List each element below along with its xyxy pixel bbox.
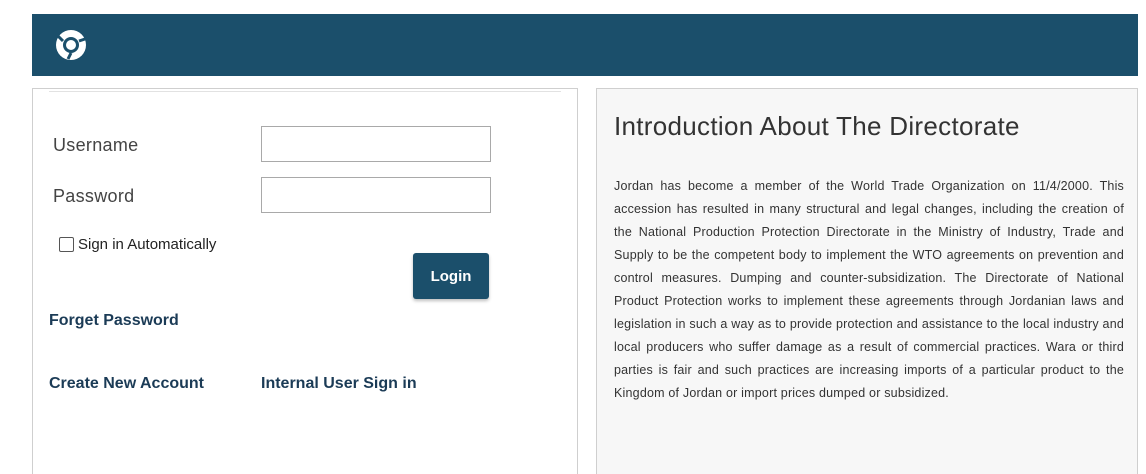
intro-body: Jordan has become a member of the World …: [614, 179, 1124, 400]
internal-sign-in-link[interactable]: Internal User Sign in: [261, 375, 417, 393]
login-button[interactable]: Login: [413, 253, 489, 299]
password-input[interactable]: [261, 177, 491, 213]
forget-password-link[interactable]: Forget Password: [49, 312, 179, 330]
auto-sign-in-row[interactable]: Sign in Automatically: [59, 236, 216, 253]
intro-title: Introduction About The Directorate: [614, 111, 1020, 141]
username-input[interactable]: [261, 126, 491, 162]
intro-panel: Introduction About The Directorate Jorda…: [596, 88, 1138, 474]
auto-sign-in-label: Sign in Automatically: [78, 236, 217, 253]
top-header-bar: [32, 14, 1138, 76]
panel-divider: [49, 91, 561, 92]
auto-sign-in-checkbox[interactable]: [59, 237, 74, 252]
create-account-link[interactable]: Create New Account: [49, 375, 204, 393]
login-panel: Username Password Sign in Automatically …: [32, 88, 578, 474]
password-label: Password: [53, 186, 135, 206]
username-label: Username: [53, 135, 139, 155]
chrome-style-logo-icon[interactable]: [54, 28, 88, 62]
